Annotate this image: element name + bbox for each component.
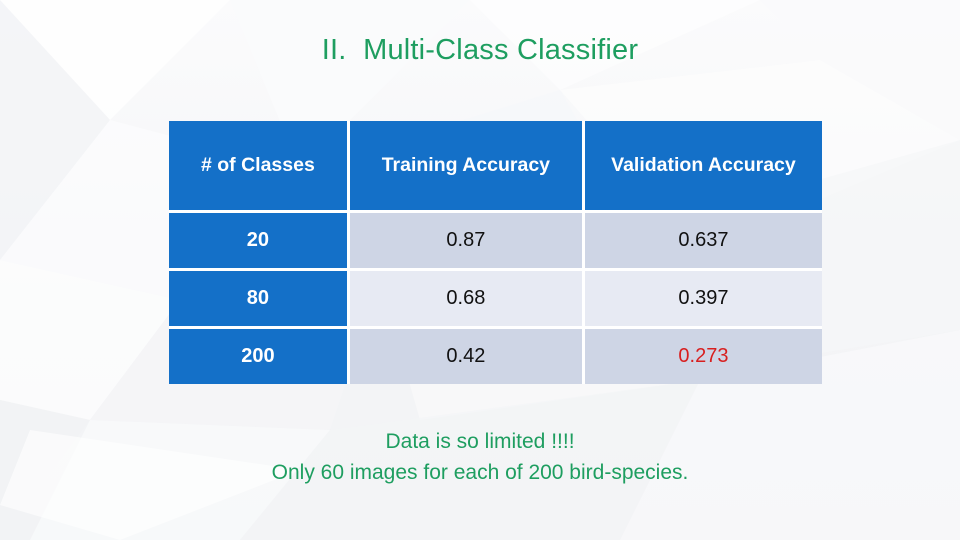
- results-table: # of Classes Training Accuracy Validatio…: [169, 121, 822, 384]
- cell-num-classes: 200: [169, 329, 350, 384]
- cell-validation-accuracy: 0.397: [584, 271, 822, 329]
- cell-validation-accuracy-highlighted: 0.273: [584, 329, 822, 384]
- column-header-num-classes: # of Classes: [169, 121, 350, 213]
- caption-line-2: Only 60 images for each of 200 bird-spec…: [271, 461, 689, 484]
- caption-block: Data is so limited !!!! Only 60 images f…: [0, 426, 960, 488]
- column-header-validation-accuracy: Validation Accuracy: [584, 121, 822, 213]
- cell-num-classes: 20: [169, 213, 350, 271]
- caption-line-1: Data is so limited !!!!: [385, 430, 575, 453]
- cell-training-accuracy: 0.87: [349, 213, 585, 271]
- table-row: 80 0.68 0.397: [169, 271, 822, 329]
- cell-validation-accuracy: 0.637: [584, 213, 822, 271]
- table-row: 20 0.87 0.637: [169, 213, 822, 271]
- page-title: II. Multi-Class Classifier: [321, 34, 639, 66]
- column-header-training-accuracy: Training Accuracy: [349, 121, 585, 213]
- slide-canvas: II. Multi-Class Classifier # of Classes …: [0, 0, 960, 540]
- table-row: 200 0.42 0.273: [169, 329, 822, 384]
- cell-training-accuracy: 0.68: [349, 271, 585, 329]
- cell-num-classes: 80: [169, 271, 350, 329]
- table-header-row: # of Classes Training Accuracy Validatio…: [169, 121, 822, 213]
- cell-training-accuracy: 0.42: [349, 329, 585, 384]
